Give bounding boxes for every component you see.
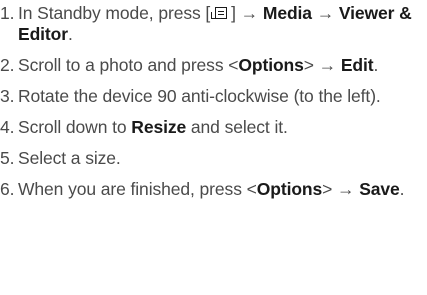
instruction-steps: 1. In Standby mode, press [] → Media → V… — [0, 3, 427, 200]
step-text: . — [373, 55, 379, 75]
softkey-options: Options — [238, 55, 304, 75]
menu-item-resize: Resize — [131, 117, 187, 137]
step-text: > → — [322, 179, 360, 199]
step-number: 6. — [0, 179, 15, 199]
step-text: . — [67, 24, 73, 44]
step-number: 2. — [0, 55, 15, 75]
step-text: . — [399, 179, 405, 199]
softkey-options: Options — [256, 179, 323, 199]
menu-item-edit: Edit — [340, 55, 374, 75]
step-text: > → — [303, 55, 341, 75]
step-text: In Standby mode, press [ — [18, 3, 211, 23]
step-text: Rotate the device 90 anti-clockwise (to … — [18, 86, 381, 106]
step-text: Scroll down to — [18, 117, 132, 137]
step-text: ] → — [231, 3, 263, 23]
menu-item-media: Media — [262, 3, 312, 23]
step-2: 2. Scroll to a photo and press <Options>… — [0, 55, 427, 76]
step-text: Select a size. — [18, 148, 121, 168]
step-number: 1. — [0, 3, 15, 23]
step-6: 6. When you are finished, press <Options… — [0, 179, 427, 200]
step-text: Scroll to a photo and press < — [18, 55, 239, 75]
step-4: 4. Scroll down to Resize and select it. — [0, 117, 427, 138]
step-5: 5. Select a size. — [0, 148, 427, 169]
step-text: → — [311, 3, 339, 23]
step-number: 4. — [0, 117, 15, 137]
step-number: 5. — [0, 148, 15, 168]
menu-key-icon — [211, 6, 230, 21]
step-1: 1. In Standby mode, press [] → Media → V… — [0, 3, 427, 45]
menu-item-save: Save — [359, 179, 400, 199]
step-number: 3. — [0, 86, 15, 106]
step-3: 3. Rotate the device 90 anti-clockwise (… — [0, 86, 427, 107]
step-text: When you are finished, press < — [18, 179, 257, 199]
step-text: and select it. — [186, 117, 288, 137]
